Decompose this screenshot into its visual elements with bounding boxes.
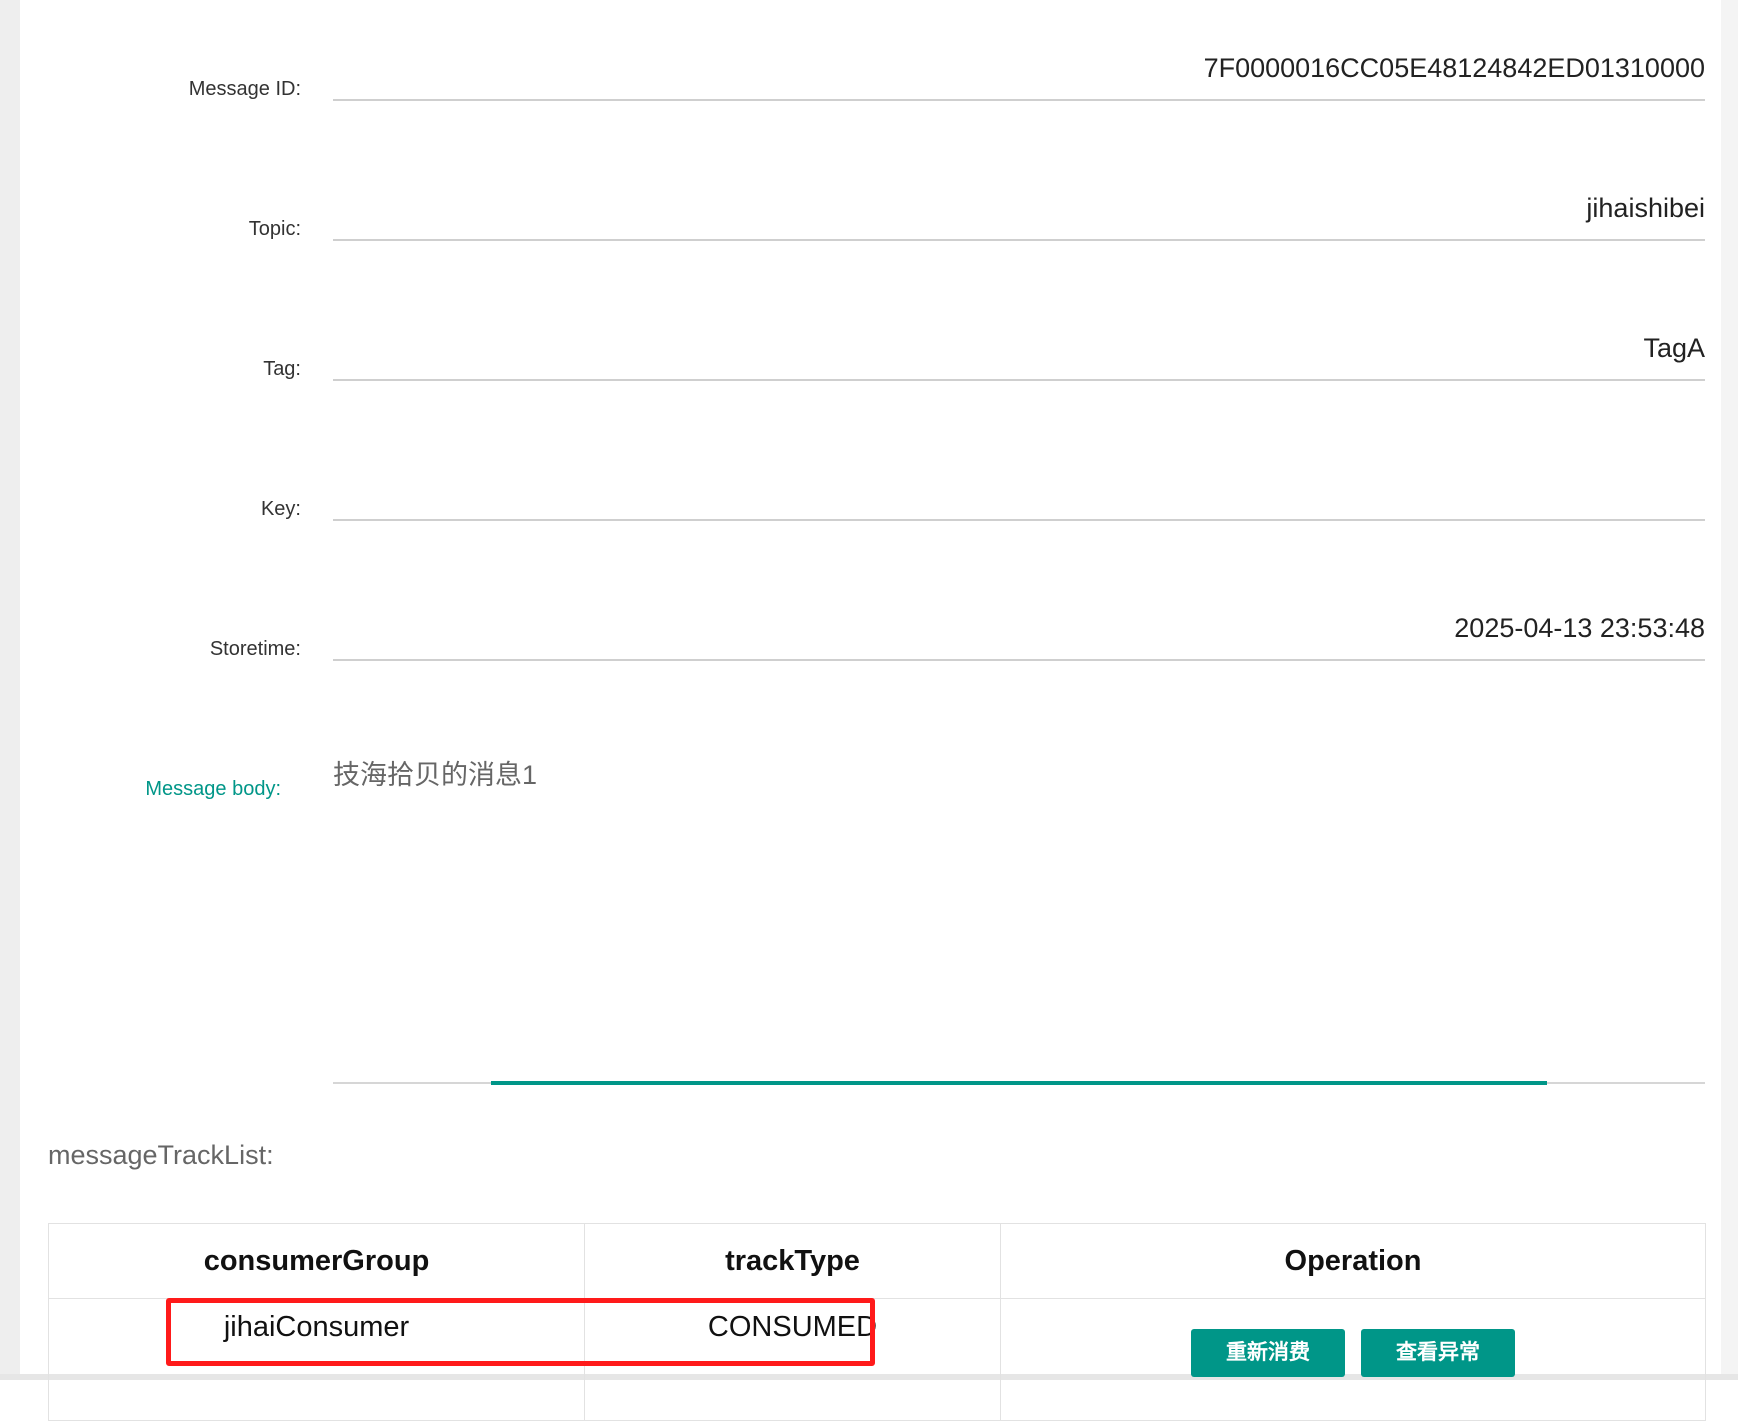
right-scrollbar-track[interactable] [1721,0,1738,1380]
message-track-table: consumerGroup trackType Operation jihaiC… [48,1223,1706,1421]
field-underline [333,659,1705,661]
field-underline [333,99,1705,101]
field-storetime: Storetime: 2025-04-13 23:53:48 [20,600,1705,740]
field-message-id: Message ID: 7F0000016CC05E48124842ED0131… [20,40,1705,180]
field-topic: Topic: jihaishibei [20,180,1705,320]
reconsume-button[interactable]: 重新消费 [1191,1329,1345,1377]
column-header-consumer-group: consumerGroup [49,1224,585,1299]
field-underline [333,379,1705,381]
column-header-track-type: trackType [585,1224,1001,1299]
field-value-storetime: 2025-04-13 23:53:48 [1454,613,1705,644]
field-label-storetime: Storetime: [210,638,301,661]
table-row: jihaiConsumer CONSUMED 重新消费 查看异常 [49,1299,1706,1421]
message-body-textarea[interactable]: 技海拾贝的消息1 [333,753,537,792]
field-label-tag: Tag: [263,358,301,381]
left-gutter [0,0,20,1380]
table-header-row: consumerGroup trackType Operation [49,1224,1706,1299]
field-label-topic: Topic: [249,218,301,241]
cell-consumer-group: jihaiConsumer [49,1299,585,1421]
message-track-list-title: messageTrackList: [48,1140,274,1171]
message-body-focus-underline [491,1081,1547,1085]
column-header-operation: Operation [1001,1224,1706,1299]
field-underline [333,519,1705,521]
field-label-key: Key: [261,498,301,521]
field-underline [333,239,1705,241]
cell-operation: 重新消费 查看异常 [1001,1299,1706,1421]
field-key: Key: [20,460,1705,600]
cell-track-type: CONSUMED [585,1299,1001,1421]
field-value-tag: TagA [1643,333,1705,364]
field-tag: Tag: TagA [20,320,1705,460]
field-label-message-id: Message ID: [189,78,301,101]
field-value-topic: jihaishibei [1586,193,1705,224]
message-body-label: Message body: [20,778,281,801]
field-value-message-id: 7F0000016CC05E48124842ED01310000 [1204,53,1705,84]
view-exception-button[interactable]: 查看异常 [1361,1329,1515,1377]
